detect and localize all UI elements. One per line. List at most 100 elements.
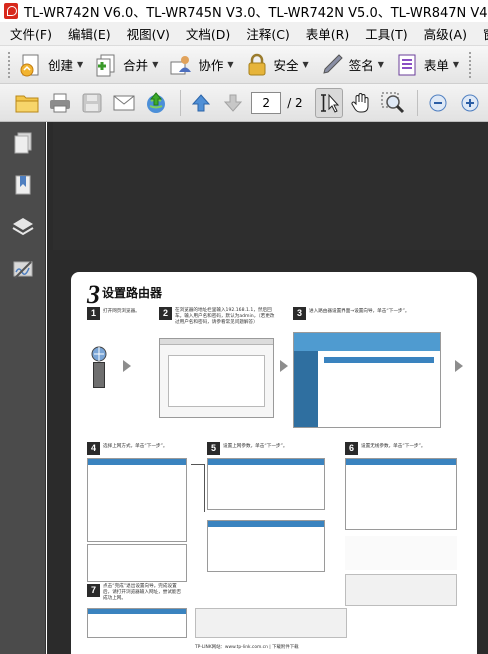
email-button[interactable]: [110, 88, 138, 118]
select-tool-button[interactable]: [314, 87, 343, 118]
hand-icon: [351, 92, 369, 112]
printer-icon: [50, 93, 71, 112]
zoom-out-button[interactable]: [424, 88, 452, 118]
combine-label: 合并: [123, 58, 149, 73]
lock-icon: [244, 52, 270, 78]
navigation-toolbar: 2 / 2: [0, 84, 488, 122]
flow-arrow: [280, 360, 288, 372]
text-select-cursor-icon: [320, 93, 339, 113]
step-4-text: 选择上网方式，单击“下一步”。: [103, 444, 168, 449]
previous-page-button[interactable]: [187, 88, 215, 118]
acrobat-app-icon: [4, 3, 18, 19]
zoom-in-icon: [461, 94, 479, 111]
toolbar-separator: [180, 89, 182, 116]
connection-type-table: [87, 544, 187, 582]
chevron-down-icon: ▼: [452, 60, 460, 69]
page-total: / 2: [287, 95, 303, 110]
save-button[interactable]: [78, 88, 106, 118]
page-1-edge: [53, 122, 488, 250]
flow-arrow: [123, 360, 131, 372]
step-1-number: 1: [87, 307, 100, 320]
zoom-in-button[interactable]: [456, 88, 484, 118]
forms-button[interactable]: 表单 ▼: [394, 50, 459, 80]
connector-line: [191, 464, 205, 465]
collaborate-button[interactable]: 协作 ▼: [168, 50, 234, 80]
bookmark-icon: [15, 175, 31, 195]
sign-button[interactable]: 签名 ▼: [319, 50, 384, 80]
create-button[interactable]: 创建 ▼: [18, 50, 83, 80]
combine-button[interactable]: 合并 ▼: [93, 50, 158, 80]
menu-window[interactable]: 窗口(W): [473, 24, 488, 43]
marquee-zoom-button[interactable]: [379, 88, 407, 118]
arrow-up-icon: [191, 93, 211, 111]
menu-tools[interactable]: 工具(T): [355, 24, 413, 43]
forms-label: 表单: [423, 58, 449, 73]
step-7-number: 7: [87, 584, 100, 597]
internet-type-screenshot: [87, 458, 187, 542]
window-titlebar: TL-WR742N V6.0、TL-WR745N V3.0、TL-WR742N …: [0, 0, 488, 22]
wireless-settings-screenshot: [345, 458, 457, 530]
toolbar-grip[interactable]: [8, 51, 12, 78]
floppy-disk-icon: [82, 93, 102, 112]
window-title: TL-WR742N V6.0、TL-WR745N V3.0、TL-WR742N …: [24, 5, 488, 21]
chevron-down-icon: ▼: [77, 60, 84, 69]
menu-edit[interactable]: 编辑(E): [58, 24, 117, 43]
section-heading: 3 设置路由器: [87, 280, 162, 310]
wireless-password-box: [345, 574, 457, 606]
secure-label: 安全: [273, 58, 299, 73]
page-thumbnails-button[interactable]: [0, 122, 46, 164]
chevron-down-icon: ▼: [302, 60, 309, 69]
open-button[interactable]: [14, 88, 42, 118]
toolbar-separator: [416, 89, 418, 116]
next-page-button[interactable]: [219, 88, 247, 118]
static-ip-settings-screenshot: [207, 520, 325, 572]
chevron-down-icon: ▼: [152, 60, 159, 69]
step-4-number: 4: [87, 442, 100, 455]
signatures-button[interactable]: [0, 248, 46, 290]
menu-file[interactable]: 文件(F): [0, 24, 58, 43]
note-box: [195, 608, 347, 638]
step-2-text: 在浏览器的地址栏里输入192.168.1.1，然后回车。输入用户名和密码，默认为…: [175, 308, 275, 325]
secure-button[interactable]: 安全 ▼: [244, 50, 309, 80]
collaborate-label: 协作: [198, 58, 224, 73]
pppoe-settings-screenshot: [207, 458, 325, 510]
chevron-down-icon: ▼: [377, 60, 384, 69]
menu-advanced[interactable]: 高级(A): [414, 24, 473, 43]
menu-document[interactable]: 文档(D): [176, 24, 236, 43]
pages-icon: [14, 132, 32, 154]
layers-icon: [12, 218, 34, 236]
form-icon: [394, 52, 420, 78]
layers-button[interactable]: [0, 206, 46, 248]
hand-tool-button[interactable]: [347, 88, 375, 118]
finish-screenshot: [87, 608, 187, 638]
bookmarks-button[interactable]: [0, 164, 46, 206]
chevron-down-icon: ▼: [227, 60, 234, 69]
toolbar-grip[interactable]: [469, 51, 473, 78]
upload-web-button[interactable]: [142, 88, 170, 118]
envelope-icon: [113, 95, 135, 110]
step-6-number: 6: [345, 442, 358, 455]
print-button[interactable]: [46, 88, 74, 118]
menu-comments[interactable]: 注释(C): [236, 24, 295, 43]
document-viewport[interactable]: 3 设置路由器 1 打开网页浏览器。 2 在浏览器的地址栏里输入192.168.1…: [47, 122, 488, 654]
task-toolbar: 创建 ▼ 合并 ▼ 协作 ▼ 安全 ▼ 签名 ▼ 表单 ▼: [0, 46, 488, 84]
step-1-text: 打开网页浏览器。: [103, 309, 140, 314]
section-title: 设置路由器: [102, 286, 163, 300]
flow-arrow: [455, 360, 463, 372]
router-illustration: [93, 362, 105, 388]
menu-view[interactable]: 视图(V): [117, 24, 176, 43]
zoom-magnifier-icon: [381, 92, 404, 113]
browser-icon: [91, 346, 107, 362]
page-footer-text: TP-LINK网站：www.tp-link.com.cn | 下载附件下载: [195, 645, 299, 650]
collaborate-icon: [168, 52, 194, 78]
step-6-text: 设置无线参数，单击“下一步”。: [361, 444, 426, 449]
create-label: 创建: [48, 58, 74, 73]
combine-files-icon: [93, 52, 119, 78]
step-7-text: 点击“完成”退出设置向导。完成设置后，请打开浏览器输入网址，尝试能否成功上网。: [103, 584, 182, 601]
arrow-down-icon: [224, 94, 243, 112]
pdf-page: 3 设置路由器 1 打开网页浏览器。 2 在浏览器的地址栏里输入192.168.1…: [71, 272, 477, 654]
menu-forms[interactable]: 表单(R): [296, 24, 355, 43]
page-number-input[interactable]: 2: [251, 91, 282, 114]
create-pdf-icon: [18, 52, 44, 78]
step-3-text: 进入路由器设置界面→设置向导，单击“下一步”。: [309, 309, 410, 314]
